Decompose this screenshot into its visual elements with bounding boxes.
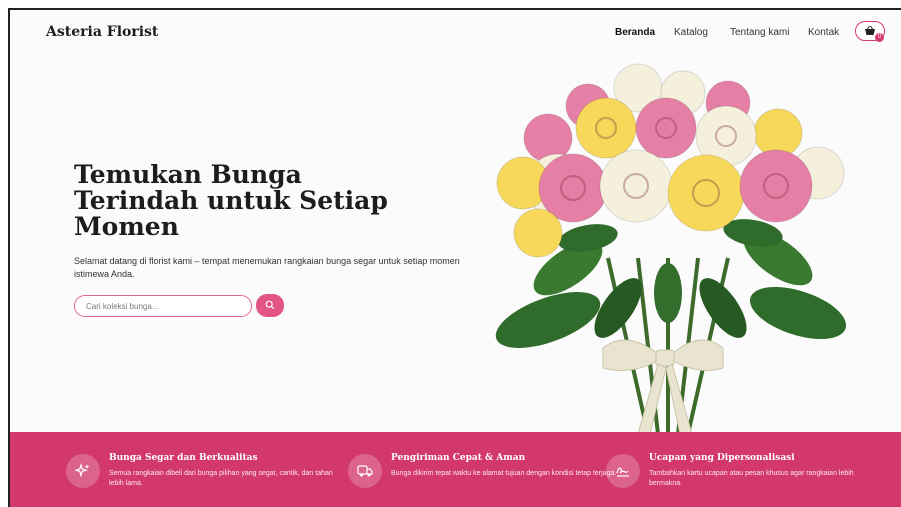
brand-logo[interactable]: Asteria Florist (46, 24, 158, 40)
nav-item-beranda[interactable]: Beranda (615, 27, 655, 38)
feature-title: Bunga Segar dan Berkualitas (109, 453, 258, 463)
nav-item-kontak[interactable]: Kontak (808, 27, 839, 38)
hero-title: Temukan Bunga Terindah untuk Setiap Mome… (74, 160, 388, 241)
features-band: Bunga Segar dan Berkualitas Semua rangka… (10, 432, 901, 507)
feature-icon-circle (348, 454, 382, 488)
feature-description: Bunga dikirim tepat waktu ke alamat tuju… (391, 470, 617, 477)
nav-item-tentang-kami[interactable]: Tentang kami (730, 27, 789, 38)
feature-title: Pengiriman Cepat & Aman (391, 453, 526, 463)
cart-count-badge: 0 (875, 33, 884, 42)
roses (496, 63, 845, 258)
search-icon (265, 300, 275, 310)
search-button[interactable] (256, 294, 284, 317)
feature-description: Semua rangkaian dibeli dari bunga piliha… (109, 470, 333, 487)
sparkle-icon (75, 463, 90, 478)
signature-icon (616, 467, 629, 477)
truck-icon (357, 465, 373, 477)
hero-description: Selamat datang di florist kami – tempat … (74, 256, 460, 279)
feature-description: Tambahkan kartu ucapan atau pesan khusus… (649, 470, 854, 487)
feature-icon-circle (606, 454, 640, 488)
search-input[interactable] (74, 295, 252, 317)
page-frame: Asteria Florist Beranda Katalog Tentang … (8, 8, 901, 507)
navbar: Asteria Florist Beranda Katalog Tentang … (10, 10, 901, 58)
feature-title: Ucapan yang Dipersonalisasi (649, 453, 795, 463)
nav-item-katalog[interactable]: Katalog (674, 27, 708, 38)
feature-icon-circle (66, 454, 100, 488)
ribbon (602, 339, 724, 434)
basket-icon (865, 25, 875, 35)
cart-button[interactable]: 0 (855, 21, 885, 42)
bouquet-image (495, 63, 847, 434)
